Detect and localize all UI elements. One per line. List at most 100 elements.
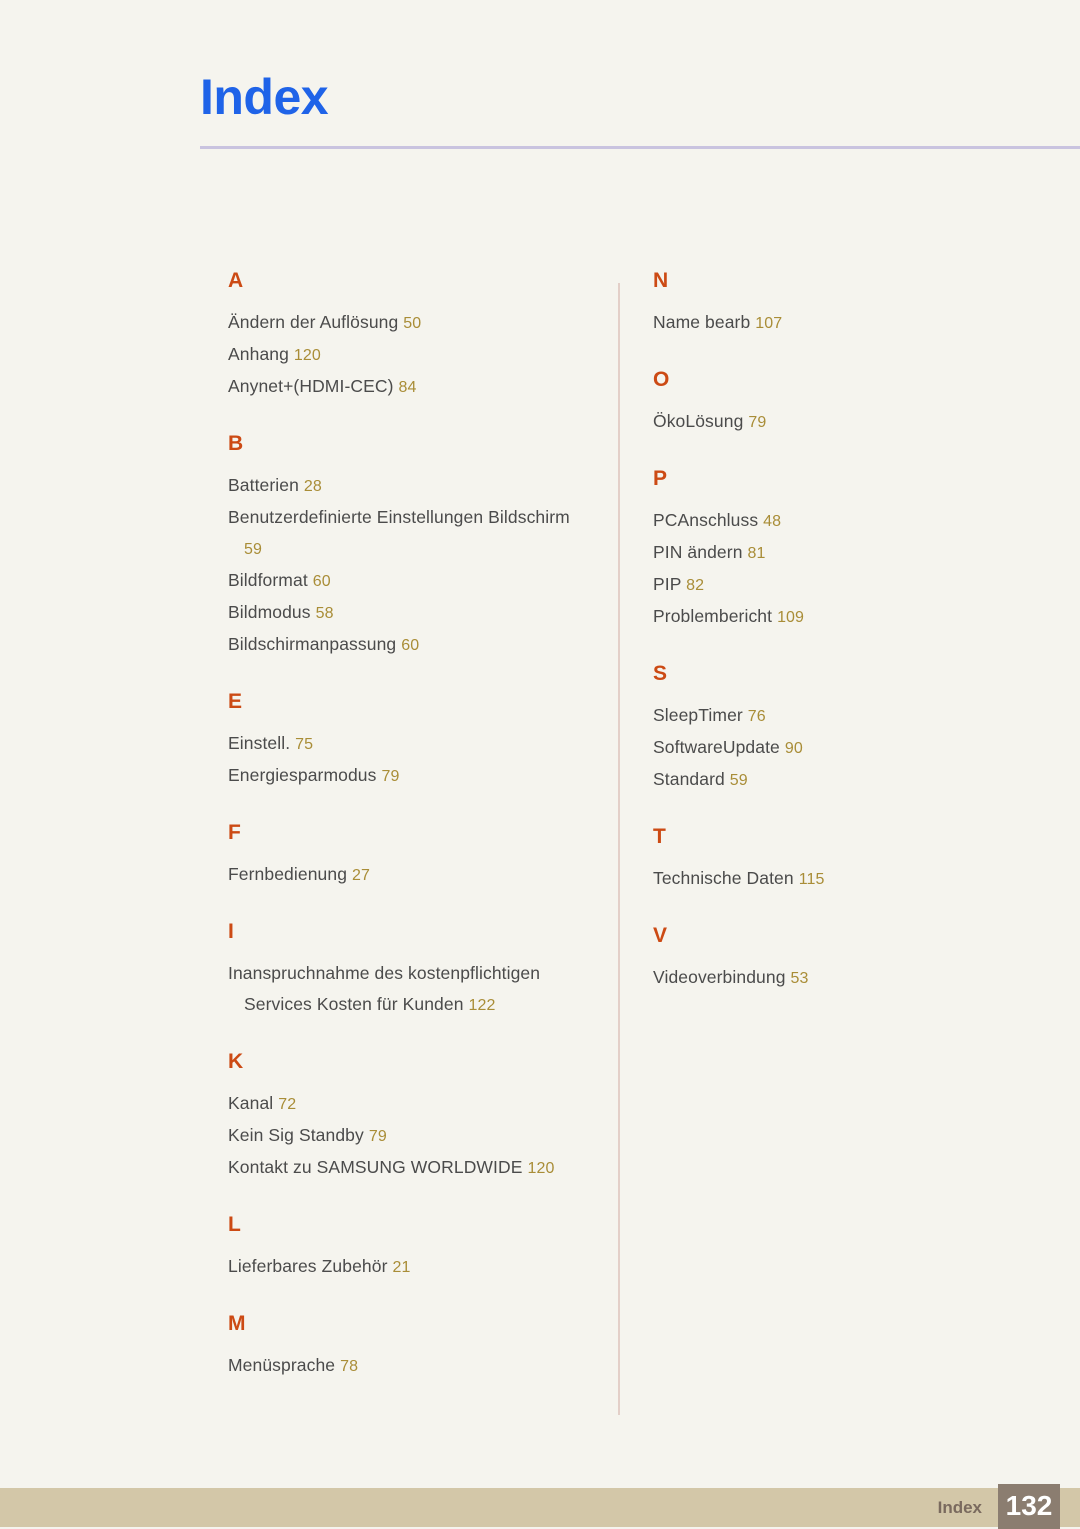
index-entry-title: Kein Sig Standby: [228, 1125, 364, 1145]
section-letter: N: [653, 269, 669, 292]
index-entry-page-number: 48: [763, 513, 782, 530]
index-entry-title: Kontakt zu SAMSUNG WORLDWIDE: [228, 1157, 523, 1177]
index-section-m: M Menüsprache 78: [228, 1313, 588, 1382]
index-entry[interactable]: PCAnschluss 48: [653, 505, 1033, 537]
index-section-n: N Name bearb 107: [653, 270, 1033, 339]
index-entry-title: PIP: [653, 574, 682, 594]
index-entry[interactable]: Kanal 72: [228, 1088, 588, 1120]
index-entry-page-number: 79: [381, 768, 400, 785]
index-section-t: T Technische Daten 115: [653, 826, 1033, 895]
index-entry[interactable]: Bildschirmanpassung 60: [228, 629, 588, 661]
section-letter: M: [228, 1312, 246, 1335]
index-entry[interactable]: Fernbedienung 27: [228, 859, 588, 891]
index-entry[interactable]: Bildformat 60: [228, 565, 588, 597]
index-entry[interactable]: Benutzerdefinierte Einstellungen Bildsch…: [228, 502, 588, 565]
index-section-i: I Inanspruchnahme des kostenpflichtigen S…: [228, 921, 588, 1021]
title-divider-rule: [200, 146, 1080, 149]
index-section-f: F Fernbedienung 27: [228, 822, 588, 891]
footer-label: Index: [937, 1498, 982, 1517]
index-entry[interactable]: Anhang 120: [228, 339, 588, 371]
index-entry-title: ÖkoLösung: [653, 411, 744, 431]
index-entry[interactable]: PIP 82: [653, 569, 1033, 601]
index-entry-title: Einstell.: [228, 733, 291, 753]
index-entry-title: Bildschirmanpassung: [228, 634, 397, 654]
index-entry[interactable]: Einstell. 75: [228, 728, 588, 760]
index-entry[interactable]: ÖkoLösung 79: [653, 406, 1033, 438]
index-entry-title: Menüsprache: [228, 1355, 336, 1375]
index-entry[interactable]: Kontakt zu SAMSUNG WORLDWIDE 120: [228, 1152, 588, 1184]
index-entry[interactable]: Ändern der Auflösung 50: [228, 307, 588, 339]
section-letter: S: [653, 662, 668, 685]
index-columns: A Ändern der Auflösung 50 Anhang 120 Anynet…: [0, 270, 1080, 1420]
index-entry-page-number: 60: [401, 637, 420, 654]
index-entry-title: Fernbedienung: [228, 864, 348, 884]
index-entry-title: Kanal: [228, 1093, 274, 1113]
section-letter: V: [653, 924, 668, 947]
index-page: Index A Ändern der Auflösung 50 Anhang 120…: [0, 0, 1080, 1529]
index-entry[interactable]: SoftwareUpdate 90: [653, 732, 1033, 764]
index-entry[interactable]: Name bearb 107: [653, 307, 1033, 339]
index-entry-title: Anynet+(HDMI-CEC): [228, 376, 394, 396]
index-entry-title: Videoverbindung: [653, 967, 786, 987]
index-entry-title: Bildformat: [228, 570, 308, 590]
footer-page-number: 132: [998, 1483, 1060, 1529]
index-entry-page-number: 21: [392, 1259, 411, 1276]
index-section-e: E Einstell. 75 Energiesparmodus 79: [228, 691, 588, 792]
index-entry[interactable]: PIN ändern 81: [653, 537, 1033, 569]
index-entry[interactable]: Inanspruchnahme des kostenpflichtigen Se…: [228, 958, 588, 1021]
index-entry-page-number: 60: [312, 573, 331, 590]
index-entry-page-number: 58: [315, 605, 334, 622]
section-letter: I: [228, 920, 234, 943]
index-entry-page-number: 78: [340, 1358, 359, 1375]
page-footer: Index 132: [0, 1483, 1080, 1529]
index-entry-title: SoftwareUpdate: [653, 737, 780, 757]
index-entry-title: Technische Daten: [653, 868, 794, 888]
index-entry-page-number: 75: [295, 736, 314, 753]
index-entry-page-number: 79: [368, 1128, 387, 1145]
index-column-right: N Name bearb 107 O ÖkoLösung 79 P PCAnschluss…: [653, 270, 1033, 1024]
index-section-k: K Kanal 72 Kein Sig Standby 79 Kontakt zu S…: [228, 1051, 588, 1184]
index-entry[interactable]: Menüsprache 78: [228, 1350, 588, 1382]
index-entry-page-number: 72: [278, 1096, 297, 1113]
section-letter: F: [228, 821, 241, 844]
section-letter: L: [228, 1213, 241, 1236]
index-entry-page-number: 82: [686, 577, 705, 594]
section-letter: A: [228, 269, 244, 292]
index-section-a: A Ändern der Auflösung 50 Anhang 120 Anynet…: [228, 270, 588, 403]
index-entry-page-number: 27: [352, 867, 371, 884]
index-entry[interactable]: Kein Sig Standby 79: [228, 1120, 588, 1152]
index-entry[interactable]: Bildmodus 58: [228, 597, 588, 629]
index-entry-page-number: 59: [244, 541, 262, 558]
index-entry[interactable]: Energiesparmodus 79: [228, 760, 588, 792]
page-title: Index: [200, 69, 329, 125]
index-section-s: S SleepTimer 76 SoftwareUpdate 90 Standard …: [653, 663, 1033, 796]
index-entry[interactable]: SleepTimer 76: [653, 700, 1033, 732]
index-entry-title: PCAnschluss: [653, 510, 759, 530]
index-section-o: O ÖkoLösung 79: [653, 369, 1033, 438]
index-entry-page-number: 84: [398, 379, 417, 396]
index-entry-title: Anhang: [228, 344, 289, 364]
index-entry[interactable]: Videoverbindung 53: [653, 962, 1033, 994]
index-entry[interactable]: Problembericht 109: [653, 601, 1033, 633]
index-entry-page-number: 53: [790, 970, 809, 987]
index-entry[interactable]: Technische Daten 115: [653, 863, 1033, 895]
index-entry-title: Energiesparmodus: [228, 765, 377, 785]
index-entry-title: PIN ändern: [653, 542, 743, 562]
index-entry-title: Problembericht: [653, 606, 773, 626]
index-entry-page-number: 115: [798, 871, 825, 888]
index-entry[interactable]: Standard 59: [653, 764, 1033, 796]
section-letter: E: [228, 690, 243, 713]
section-letter: P: [653, 467, 668, 490]
index-entry-title: Benutzerdefinierte Einstellungen Bildsch…: [228, 507, 570, 527]
index-entry[interactable]: Lieferbares Zubehör 21: [228, 1251, 588, 1283]
index-entry-title: Bildmodus: [228, 602, 311, 622]
index-column-left: A Ändern der Auflösung 50 Anhang 120 Anynet…: [228, 270, 588, 1412]
section-letter: T: [653, 825, 666, 848]
index-entry-page-number: 120: [293, 347, 321, 364]
index-entry-page-number: 107: [755, 315, 783, 332]
index-entry[interactable]: Anynet+(HDMI-CEC) 84: [228, 371, 588, 403]
index-entry[interactable]: Batterien 28: [228, 470, 588, 502]
index-entry-page-number: 28: [303, 478, 322, 495]
index-entry-page-number: 120: [527, 1160, 555, 1177]
index-section-l: L Lieferbares Zubehör 21: [228, 1214, 588, 1283]
